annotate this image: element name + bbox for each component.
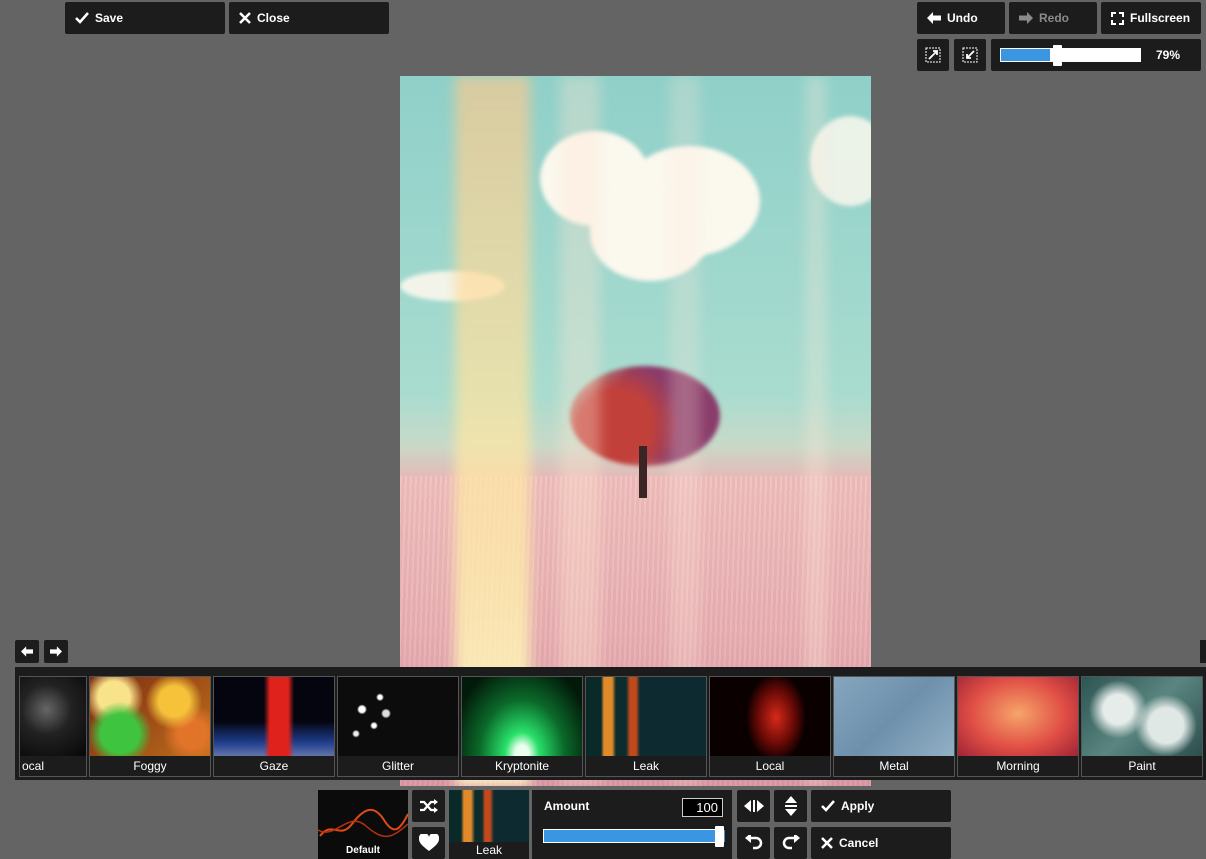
filter-thumb-morning[interactable]: Morning: [957, 676, 1079, 777]
close-label: Close: [257, 11, 290, 25]
favorite-button[interactable]: [412, 827, 445, 859]
filter-thumb-local[interactable]: Local: [709, 676, 831, 777]
filter-thumb-ocal[interactable]: ocal: [19, 676, 87, 777]
rotate-left-icon: [744, 835, 762, 850]
rotate-right-button[interactable]: [774, 827, 807, 859]
filter-preview: [834, 677, 954, 758]
amount-slider-handle[interactable]: [715, 826, 724, 847]
apply-label: Apply: [841, 799, 875, 813]
flip-vertical-button[interactable]: [774, 790, 807, 822]
amount-slider-fill: [544, 830, 725, 842]
filter-label: Leak: [586, 756, 706, 776]
default-label: Default: [346, 845, 380, 856]
shrink-icon: [962, 47, 978, 63]
cancel-label: Cancel: [839, 836, 879, 850]
light-streak-preview: [318, 809, 408, 837]
zoom-fit-button[interactable]: [917, 39, 949, 71]
filter-thumb-leak[interactable]: Leak: [585, 676, 707, 777]
strip-collapse-tab[interactable]: [1200, 640, 1206, 663]
redo-button[interactable]: Redo: [1009, 2, 1097, 34]
filter-label: Glitter: [338, 756, 458, 776]
filter-preview: [586, 677, 706, 758]
close-icon: [239, 12, 251, 24]
check-icon: [75, 12, 89, 24]
zoom-actual-button[interactable]: [954, 39, 986, 71]
expand-icon: [925, 47, 941, 63]
arrow-left-icon: [21, 646, 33, 657]
filter-label: Kryptonite: [462, 756, 582, 776]
selected-overlay-label: Leak: [475, 843, 503, 857]
filter-preview: [20, 677, 86, 758]
filter-preview: [90, 677, 210, 758]
arrow-right-icon: [50, 646, 62, 657]
filter-label: Morning: [958, 756, 1078, 776]
flip-horizontal-button[interactable]: [737, 790, 770, 822]
arrow-right-icon: [1019, 12, 1033, 24]
rotate-right-icon: [782, 835, 800, 850]
flip-horizontal-icon: [743, 800, 764, 812]
close-button[interactable]: Close: [229, 2, 389, 34]
filter-thumb-glitter[interactable]: Glitter: [337, 676, 459, 777]
filter-thumb-metal[interactable]: Metal: [833, 676, 955, 777]
filter-preview: [710, 677, 830, 758]
rotate-left-button[interactable]: [737, 827, 770, 859]
filter-label: Metal: [834, 756, 954, 776]
amount-slider-track[interactable]: [543, 829, 725, 843]
undo-label: Undo: [947, 11, 978, 25]
shuffle-icon: [419, 799, 438, 813]
save-button[interactable]: Save: [65, 2, 225, 34]
arrow-left-icon: [927, 12, 941, 24]
heart-icon: [418, 834, 439, 851]
filter-preview: [338, 677, 458, 758]
selected-overlay-thumb[interactable]: Leak: [449, 790, 529, 859]
tree-trunk: [639, 446, 647, 498]
amount-panel: Amount: [532, 790, 732, 859]
filter-thumb-kryptonite[interactable]: Kryptonite: [461, 676, 583, 777]
check-icon: [821, 800, 835, 812]
filter-label: Paint: [1082, 756, 1202, 776]
filter-strip: ocal Foggy Gaze Glitter Kryptonite Leak …: [15, 667, 1206, 780]
cancel-button[interactable]: Cancel: [811, 827, 951, 859]
amount-label: Amount: [544, 799, 590, 813]
filter-thumb-foggy[interactable]: Foggy: [89, 676, 211, 777]
filter-preview: [958, 677, 1078, 758]
zoom-panel: 79%: [991, 39, 1201, 71]
fullscreen-button[interactable]: Fullscreen: [1101, 2, 1201, 34]
filter-thumb-gaze[interactable]: Gaze: [213, 676, 335, 777]
filter-preview: [462, 677, 582, 758]
undo-button[interactable]: Undo: [917, 2, 1005, 34]
filter-label: Gaze: [214, 756, 334, 776]
flip-vertical-icon: [784, 796, 797, 816]
redo-label: Redo: [1039, 11, 1069, 25]
zoom-slider-track[interactable]: [1000, 48, 1141, 62]
filter-label: Local: [710, 756, 830, 776]
amount-input[interactable]: [682, 798, 723, 817]
zoom-slider-fill: [1001, 49, 1050, 61]
strip-next-button[interactable]: [44, 640, 68, 663]
save-label: Save: [95, 11, 124, 25]
zoom-slider-handle[interactable]: [1053, 45, 1062, 66]
shuffle-button[interactable]: [412, 790, 445, 822]
filter-preview: [214, 677, 334, 758]
fullscreen-label: Fullscreen: [1130, 11, 1191, 25]
close-icon: [821, 837, 833, 849]
strip-prev-button[interactable]: [15, 640, 39, 663]
filter-thumb-paint[interactable]: Paint: [1081, 676, 1203, 777]
fullscreen-icon: [1111, 11, 1124, 25]
zoom-percent: 79%: [1156, 48, 1181, 62]
filter-label: Foggy: [90, 756, 210, 776]
apply-button[interactable]: Apply: [811, 790, 951, 822]
default-overlay-thumb[interactable]: Default: [318, 790, 408, 859]
filter-preview: [1082, 677, 1202, 758]
leak-preview: [449, 790, 529, 842]
filter-label: ocal: [20, 756, 86, 776]
